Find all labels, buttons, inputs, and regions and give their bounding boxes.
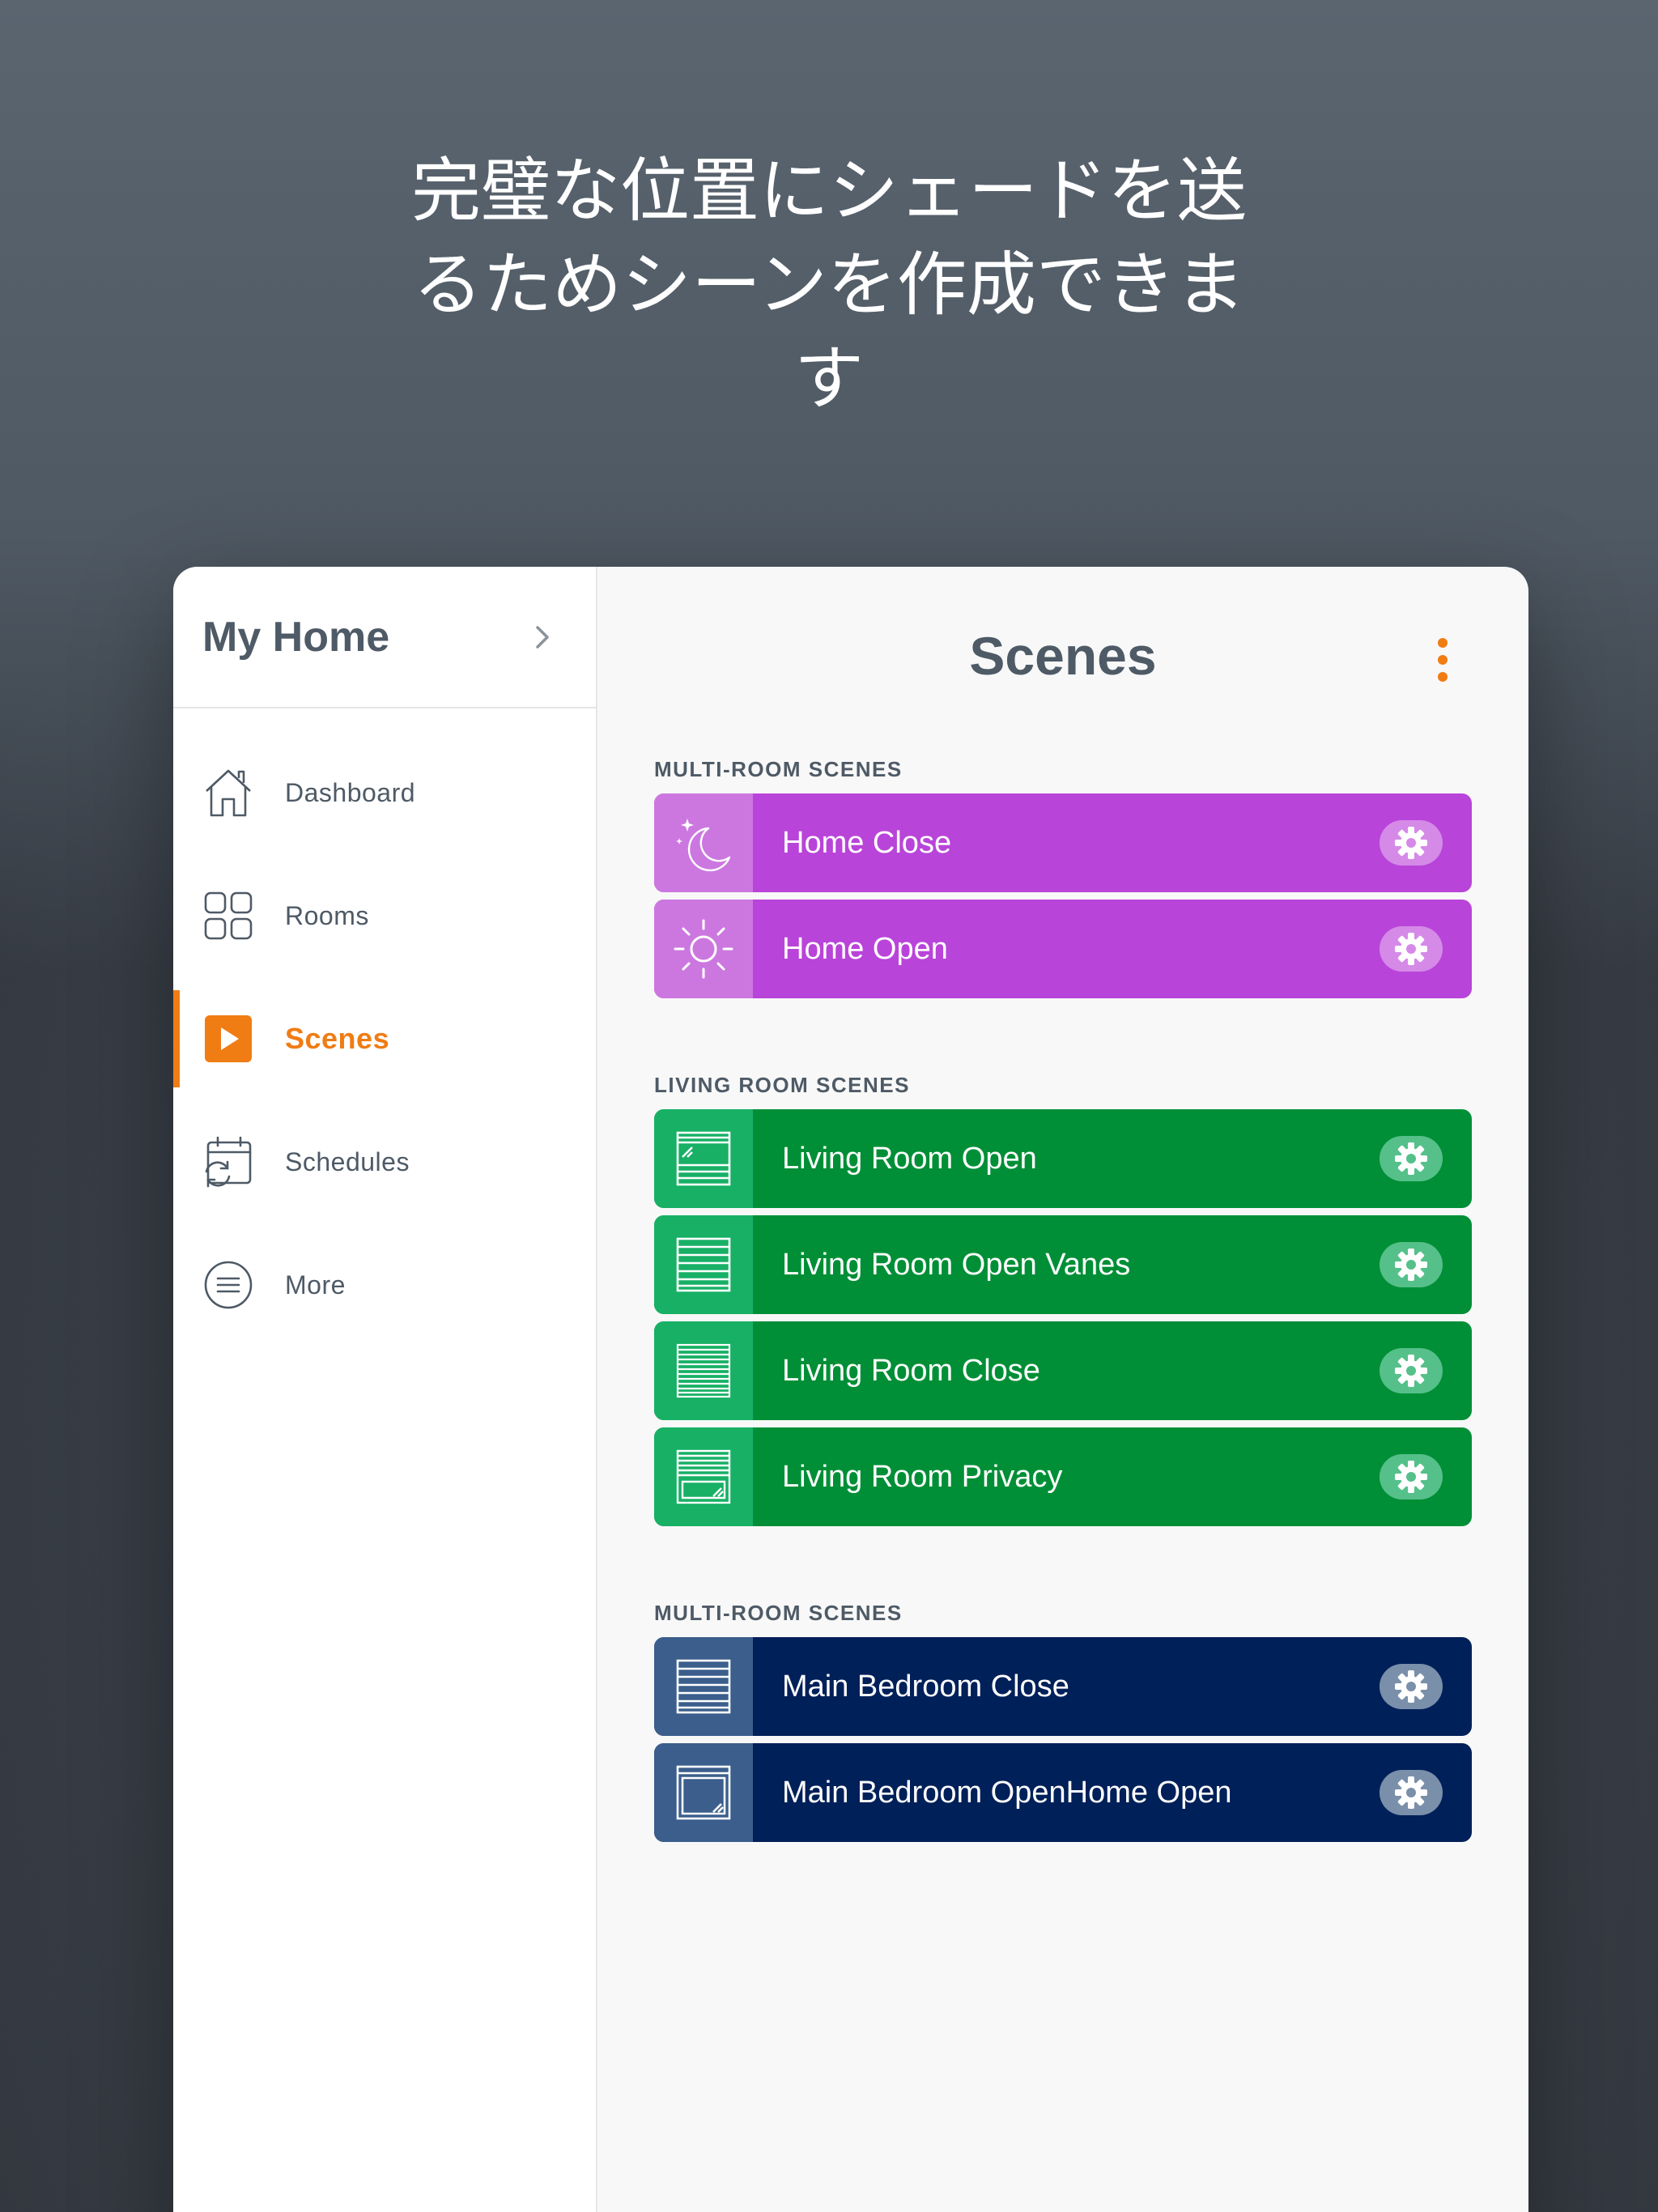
scene-row-main-bedroom-open[interactable]: Main Bedroom OpenHome Open bbox=[654, 1743, 1472, 1842]
sidebar-item-label: Dashboard bbox=[285, 777, 416, 807]
headline-line-3: す bbox=[794, 338, 864, 419]
shade-open-icon bbox=[654, 1109, 753, 1208]
scene-label: Main Bedroom Close bbox=[782, 1669, 1069, 1704]
gear-icon[interactable] bbox=[1380, 1664, 1443, 1709]
sidebar-item-scenes[interactable]: Scenes bbox=[173, 977, 596, 1100]
section-title: MULTI-ROOM SCENES bbox=[654, 757, 903, 781]
scene-row-main-bedroom-close[interactable]: Main Bedroom Close bbox=[654, 1637, 1472, 1736]
calendar-sync-icon bbox=[202, 1136, 254, 1188]
scene-row-home-close[interactable]: Home Close bbox=[654, 793, 1472, 892]
shade-vanes-icon bbox=[654, 1637, 753, 1736]
sidebar-item-dashboard[interactable]: Dashboard bbox=[173, 731, 596, 854]
scene-label: Living Room Open Vanes bbox=[782, 1247, 1131, 1282]
moon-stars-icon bbox=[654, 793, 753, 892]
page-title: Scenes bbox=[969, 626, 1157, 686]
shade-vanes-icon bbox=[654, 1215, 753, 1314]
promo-headline: 完璧な位置にシェードを送 るためシーンを作成できま す bbox=[343, 144, 1315, 426]
scene-label: Living Room Close bbox=[782, 1353, 1040, 1388]
home-title: My Home bbox=[202, 613, 390, 661]
sidebar-item-label: Rooms bbox=[285, 900, 369, 930]
shade-window-icon bbox=[654, 1743, 753, 1842]
shade-closed-icon bbox=[654, 1321, 753, 1420]
sidebar-item-rooms[interactable]: Rooms bbox=[173, 854, 596, 977]
tablet-app-window: My Home Dashboard Rooms Scenes Schedules… bbox=[173, 567, 1528, 2212]
house-icon bbox=[202, 767, 254, 819]
sidebar-nav: Dashboard Rooms Scenes Schedules More bbox=[173, 708, 596, 1346]
gear-icon[interactable] bbox=[1380, 1454, 1443, 1499]
gear-icon[interactable] bbox=[1380, 926, 1443, 972]
grid-icon bbox=[202, 890, 254, 942]
home-selector[interactable]: My Home bbox=[173, 567, 596, 708]
scene-section-multi-room-2: MULTI-ROOM SCENES Main Bedroom Close Mai… bbox=[654, 1593, 1472, 1849]
sidebar-item-more[interactable]: More bbox=[173, 1223, 596, 1346]
scene-row-home-open[interactable]: Home Open bbox=[654, 900, 1472, 998]
sidebar-item-label: Scenes bbox=[285, 1022, 390, 1055]
more-options-icon[interactable] bbox=[1435, 638, 1451, 682]
scene-row-living-room-close[interactable]: Living Room Close bbox=[654, 1321, 1472, 1420]
scene-label: Home Close bbox=[782, 825, 952, 860]
gear-icon[interactable] bbox=[1380, 1242, 1443, 1287]
scene-label: Main Bedroom OpenHome Open bbox=[782, 1775, 1232, 1810]
shade-privacy-icon bbox=[654, 1427, 753, 1526]
gear-icon[interactable] bbox=[1380, 1348, 1443, 1393]
sidebar: My Home Dashboard Rooms Scenes Schedules… bbox=[173, 567, 597, 2212]
section-title: LIVING ROOM SCENES bbox=[654, 1073, 910, 1097]
scene-row-living-room-privacy[interactable]: Living Room Privacy bbox=[654, 1427, 1472, 1526]
scenes-panel: Scenes MULTI-ROOM SCENES Home Close Home… bbox=[597, 567, 1528, 2212]
scene-section-living-room: LIVING ROOM SCENES Living Room Open Livi… bbox=[654, 1066, 1472, 1534]
gear-icon[interactable] bbox=[1380, 1770, 1443, 1815]
headline-line-2: るためシーンを作成できま bbox=[413, 245, 1245, 325]
sidebar-item-label: More bbox=[285, 1270, 346, 1300]
chevron-right-icon bbox=[533, 621, 552, 653]
sidebar-item-label: Schedules bbox=[285, 1146, 410, 1176]
sidebar-item-schedules[interactable]: Schedules bbox=[173, 1100, 596, 1223]
scene-row-living-room-open[interactable]: Living Room Open bbox=[654, 1109, 1472, 1208]
scene-label: Living Room Privacy bbox=[782, 1459, 1063, 1494]
sun-icon bbox=[654, 900, 753, 998]
play-icon bbox=[202, 1013, 254, 1065]
headline-line-1: 完璧な位置にシェードを送 bbox=[411, 151, 1247, 232]
scene-section-multi-room-1: MULTI-ROOM SCENES Home Close Home Open bbox=[654, 750, 1472, 1006]
section-title: MULTI-ROOM SCENES bbox=[654, 1601, 903, 1625]
scene-label: Living Room Open bbox=[782, 1141, 1037, 1176]
gear-icon[interactable] bbox=[1380, 1136, 1443, 1181]
scene-row-living-room-open-vanes[interactable]: Living Room Open Vanes bbox=[654, 1215, 1472, 1314]
gear-icon[interactable] bbox=[1380, 820, 1443, 866]
menu-circle-icon bbox=[202, 1259, 254, 1311]
scene-label: Home Open bbox=[782, 931, 948, 966]
